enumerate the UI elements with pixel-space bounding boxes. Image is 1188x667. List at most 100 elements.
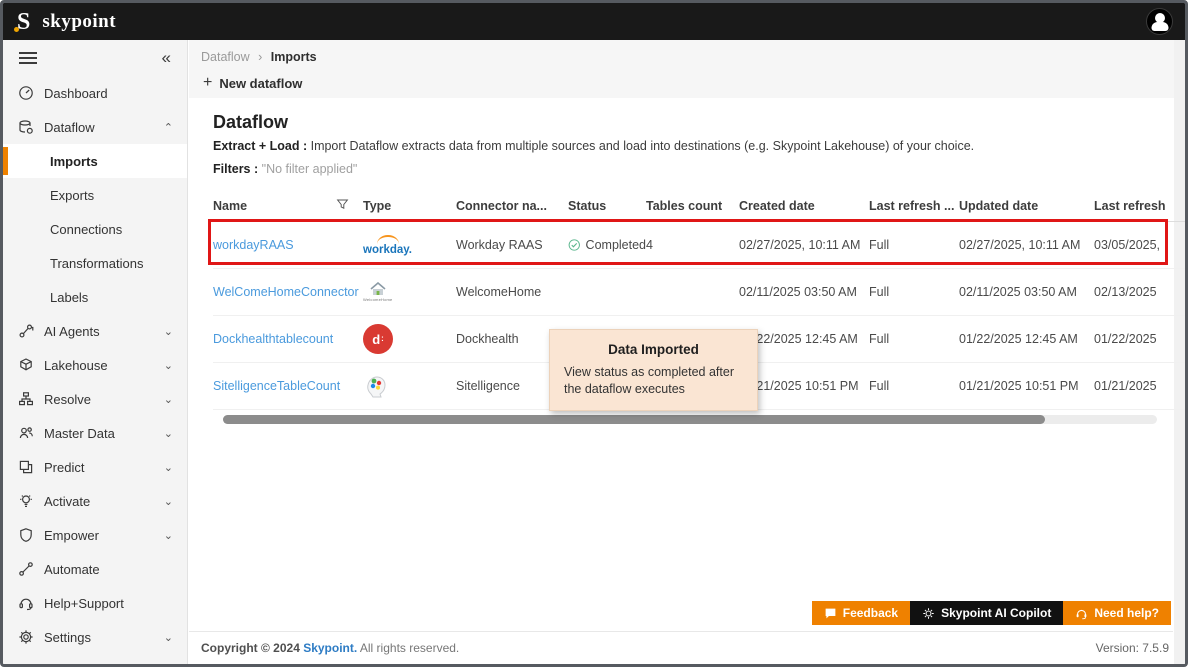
headset-icon bbox=[1075, 607, 1088, 620]
subheader: Dataflow › Imports + New dataflow bbox=[189, 40, 1185, 98]
breadcrumb-imports: Imports bbox=[271, 50, 317, 64]
horizontal-scrollbar-track[interactable] bbox=[223, 415, 1157, 424]
tooltip-data-imported: Data Imported View status as completed a… bbox=[549, 329, 758, 411]
last-refresh-type: Full bbox=[869, 285, 959, 299]
tooltip-title: Data Imported bbox=[564, 342, 743, 357]
status-completed: Completed bbox=[568, 238, 646, 252]
chevron-up-icon: ⌃ bbox=[164, 121, 173, 134]
activate-icon bbox=[17, 493, 34, 510]
sitelligence-logo bbox=[363, 387, 389, 401]
column-header-updated-date[interactable]: Updated date bbox=[959, 199, 1094, 213]
table-header-row: Name Type Connector na... Status Tables … bbox=[213, 190, 1185, 222]
skypoint-ai-copilot-button[interactable]: Skypoint AI Copilot bbox=[910, 601, 1063, 625]
column-header-created-date[interactable]: Created date bbox=[739, 199, 869, 213]
sidebar-item-settings[interactable]: Settings ⌄ bbox=[3, 620, 187, 654]
welcomehome-logo: WelcomeHome bbox=[363, 282, 392, 302]
dataflow-link-welcomehome[interactable]: WelComeHomeConnector bbox=[213, 285, 359, 299]
column-header-last-refresh-type[interactable]: Last refresh ... bbox=[869, 199, 959, 213]
sidebar-item-resolve[interactable]: Resolve ⌄ bbox=[3, 382, 187, 416]
predict-icon bbox=[17, 459, 34, 476]
hscroll-region bbox=[213, 415, 1185, 437]
sidebar-item-labels[interactable]: Labels bbox=[3, 280, 187, 314]
sidebar-item-exports[interactable]: Exports bbox=[3, 178, 187, 212]
sidebar-item-activate[interactable]: Activate ⌄ bbox=[3, 484, 187, 518]
sidebar-item-predict[interactable]: Predict ⌄ bbox=[3, 450, 187, 484]
lakehouse-icon bbox=[17, 357, 34, 374]
skypoint-link[interactable]: Skypoint. bbox=[303, 641, 357, 655]
filter-funnel-icon[interactable] bbox=[336, 198, 349, 214]
automate-icon bbox=[17, 561, 34, 578]
sidebar-item-dataflow[interactable]: Dataflow ⌃ bbox=[3, 110, 187, 144]
sidebar-item-imports[interactable]: Imports bbox=[3, 144, 187, 178]
chat-icon bbox=[824, 607, 837, 620]
chevron-down-icon: ⌄ bbox=[164, 427, 173, 440]
last-refresh-date: 03/05/2025, bbox=[1094, 238, 1185, 252]
new-dataflow-button[interactable]: + New dataflow bbox=[201, 70, 304, 96]
column-header-tables-count[interactable]: Tables count bbox=[646, 199, 739, 213]
copyright-text: Copyright © 2024 Skypoint. All rights re… bbox=[201, 641, 459, 655]
skypoint-logo-s: S bbox=[15, 10, 32, 34]
filters-line: Filters : "No filter applied" bbox=[213, 162, 1185, 176]
sidebar-item-dashboard[interactable]: Dashboard bbox=[3, 76, 187, 110]
table-row-workdayraas[interactable]: workdayRAAS workday. Workday RAAS Comple… bbox=[213, 222, 1185, 269]
dataflow-link-sitelligence[interactable]: SitelligenceTableCount bbox=[213, 379, 340, 393]
last-refresh-type: Full bbox=[869, 379, 959, 393]
last-refresh-date: 01/21/2025 bbox=[1094, 379, 1185, 393]
sidebar-item-empower[interactable]: Empower ⌄ bbox=[3, 518, 187, 552]
main-area: Dataflow › Imports + New dataflow Datafl… bbox=[189, 40, 1185, 664]
sidebar-item-master-data[interactable]: Master Data ⌄ bbox=[3, 416, 187, 450]
logo-dot bbox=[14, 27, 19, 32]
dataflow-icon bbox=[17, 119, 34, 136]
user-avatar[interactable] bbox=[1146, 8, 1173, 35]
check-circle-icon bbox=[568, 238, 581, 252]
sidebar: « Dashboard Dataflow ⌃ Imports Exports C… bbox=[3, 40, 188, 664]
sidebar-item-automate[interactable]: Automate bbox=[3, 552, 187, 586]
dataflow-link-workdayraas[interactable]: workdayRAAS bbox=[213, 238, 294, 252]
column-header-last-refresh[interactable]: Last refresh bbox=[1094, 199, 1185, 213]
sidebar-item-connections[interactable]: Connections bbox=[3, 212, 187, 246]
sidebar-header: « bbox=[3, 40, 187, 76]
content: Dataflow Extract + Load : Import Dataflo… bbox=[189, 98, 1185, 437]
column-header-connector[interactable]: Connector na... bbox=[456, 199, 568, 213]
column-header-status[interactable]: Status bbox=[568, 199, 646, 213]
need-help-button[interactable]: Need help? bbox=[1063, 601, 1171, 625]
connector-name: Workday RAAS bbox=[456, 238, 568, 252]
skypoint-logo[interactable]: S skypoint bbox=[15, 10, 116, 34]
tables-count: 4 bbox=[646, 238, 739, 252]
plus-icon: + bbox=[203, 74, 212, 92]
action-buttons: Feedback Skypoint AI Copilot Need help? bbox=[812, 601, 1171, 625]
master-data-icon bbox=[17, 425, 34, 442]
breadcrumb-separator: › bbox=[258, 50, 262, 64]
table-row-welcomehome[interactable]: WelComeHomeConnector WelcomeHome Welcome… bbox=[213, 269, 1185, 316]
chevron-down-icon: ⌄ bbox=[164, 461, 173, 474]
last-refresh-date: 01/22/2025 bbox=[1094, 332, 1185, 346]
column-header-name[interactable]: Name bbox=[213, 198, 363, 214]
chevron-down-icon: ⌄ bbox=[164, 529, 173, 542]
sidebar-item-lakehouse[interactable]: Lakehouse ⌄ bbox=[3, 348, 187, 382]
feedback-button[interactable]: Feedback bbox=[812, 601, 910, 625]
chevron-down-icon: ⌄ bbox=[164, 393, 173, 406]
column-header-type[interactable]: Type bbox=[363, 199, 456, 213]
chevron-down-icon: ⌄ bbox=[164, 325, 173, 338]
last-refresh-type: Full bbox=[869, 238, 959, 252]
hamburger-menu-icon[interactable] bbox=[19, 49, 37, 67]
dataflow-link-dockhealth[interactable]: Dockhealthtablecount bbox=[213, 332, 333, 346]
collapse-sidebar-icon[interactable]: « bbox=[162, 48, 171, 68]
dataflow-table: Name Type Connector na... Status Tables … bbox=[207, 190, 1185, 410]
created-date: 01/21/2025 10:51 PM bbox=[739, 379, 869, 393]
breadcrumb-dataflow[interactable]: Dataflow bbox=[201, 50, 250, 64]
chevron-down-icon: ⌄ bbox=[164, 359, 173, 372]
page-title: Dataflow bbox=[213, 112, 1185, 133]
created-date: 02/27/2025, 10:11 AM bbox=[739, 238, 869, 252]
sidebar-item-ai-agents[interactable]: AI Agents ⌄ bbox=[3, 314, 187, 348]
chevron-down-icon: ⌄ bbox=[164, 495, 173, 508]
updated-date: 02/27/2025, 10:11 AM bbox=[959, 238, 1094, 252]
copilot-icon bbox=[922, 607, 935, 620]
sidebar-item-help-support[interactable]: Help+Support bbox=[3, 586, 187, 620]
connector-name: WelcomeHome bbox=[456, 285, 568, 299]
tooltip-body: View status as completed after the dataf… bbox=[564, 364, 743, 398]
ai-agents-icon bbox=[17, 323, 34, 340]
workday-logo: workday. bbox=[363, 235, 412, 257]
horizontal-scrollbar-thumb[interactable] bbox=[223, 415, 1045, 424]
sidebar-item-transformations[interactable]: Transformations bbox=[3, 246, 187, 280]
